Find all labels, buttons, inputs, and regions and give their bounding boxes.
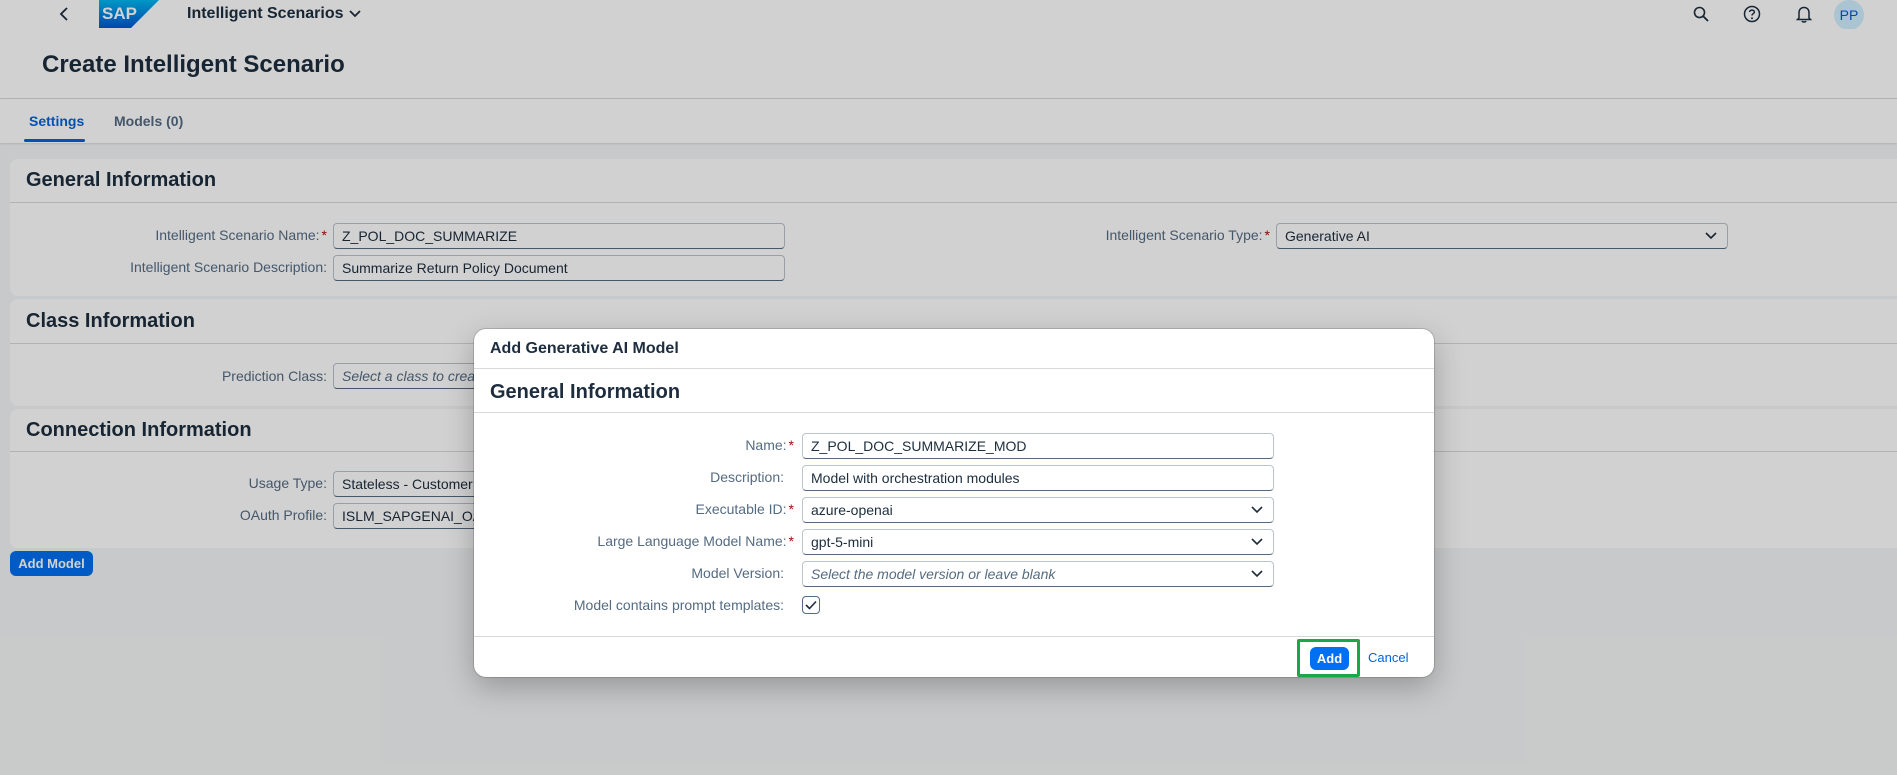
executable-id-label: Executable ID: *: [695, 501, 794, 517]
chevron-down-icon[interactable]: [1249, 566, 1265, 582]
llm-name-select[interactable]: gpt-5-mini: [802, 529, 1274, 555]
model-version-select[interactable]: Select the model version or leave blank: [802, 561, 1274, 587]
add-generative-ai-model-dialog: Add Generative AI Model General Informat…: [474, 329, 1434, 677]
model-description-label: Description:: [710, 469, 784, 485]
required-indicator: *: [788, 533, 794, 549]
prompt-templates-label: Model contains prompt templates:: [573, 597, 784, 613]
chevron-down-icon[interactable]: [1249, 534, 1265, 550]
dialog-title: Add Generative AI Model: [490, 340, 679, 357]
add-button[interactable]: Add: [1310, 647, 1349, 670]
model-name-input[interactable]: Z_POL_DOC_SUMMARIZE_MOD: [802, 433, 1274, 459]
dialog-section-title: General Information: [490, 381, 681, 403]
model-description-input[interactable]: Model with orchestration modules: [802, 465, 1274, 491]
model-name-label: Name: *: [745, 437, 794, 453]
cancel-button[interactable]: Cancel: [1368, 650, 1408, 665]
prompt-templates-checkbox[interactable]: [802, 596, 820, 614]
executable-id-select[interactable]: azure-openai: [802, 497, 1274, 523]
required-indicator: *: [788, 437, 794, 453]
checkmark-icon: [805, 600, 817, 610]
llm-name-label: Large Language Model Name: *: [597, 533, 794, 549]
chevron-down-icon[interactable]: [1249, 502, 1265, 518]
model-version-label: Model Version:: [691, 565, 784, 581]
dialog-footer: [474, 636, 1434, 677]
required-indicator: *: [788, 501, 794, 517]
dialog-title-divider: [474, 368, 1434, 369]
dialog-section-divider: [474, 412, 1434, 413]
